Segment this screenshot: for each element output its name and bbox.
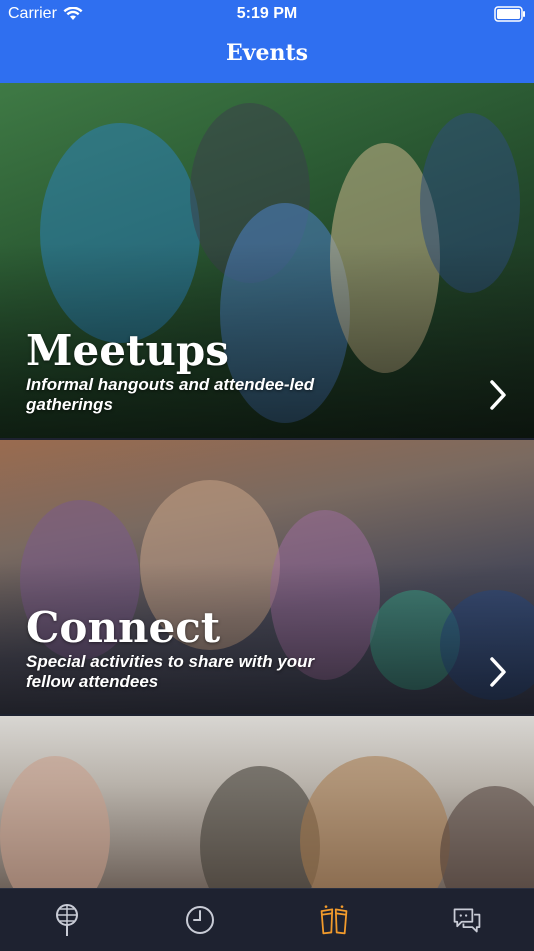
globe-pin-icon	[55, 904, 78, 936]
clock-icon	[186, 906, 215, 934]
sessions-card[interactable]	[0, 716, 534, 888]
card-title: Connect	[26, 603, 221, 652]
page-title: Events	[225, 40, 309, 66]
navigation-bar: Carrier 5:19 PM Events	[0, 0, 534, 83]
photo-figure	[440, 786, 534, 888]
card-title: Meetups	[26, 326, 229, 375]
drinks-icon	[320, 905, 348, 935]
meetups-card[interactable]: Meetups Informal hangouts and attendee-l…	[0, 83, 534, 438]
status-time: 5:19 PM	[236, 5, 298, 22]
chat-bubbles-icon	[453, 908, 481, 933]
chevron-right-icon	[490, 380, 506, 410]
photo-figure	[0, 756, 110, 888]
event-categories-list: Meetups Informal hangouts and attendee-l…	[0, 83, 534, 888]
card-subtitle: Special activities to share with your fe…	[26, 652, 315, 691]
photo-figure	[300, 756, 450, 888]
battery-icon	[494, 6, 525, 22]
tab-map[interactable]	[37, 895, 97, 945]
chevron-right-icon	[490, 657, 506, 687]
tab-bar	[0, 888, 534, 951]
tab-events[interactable]	[304, 895, 364, 945]
card-subtitle: Informal hangouts and attendee-led gathe…	[26, 375, 315, 414]
connect-card[interactable]: Connect Special activities to share with…	[0, 440, 534, 714]
tab-chat[interactable]	[437, 895, 497, 945]
status-bar: Carrier 5:19 PM	[0, 0, 534, 28]
tab-schedule[interactable]	[170, 895, 230, 945]
